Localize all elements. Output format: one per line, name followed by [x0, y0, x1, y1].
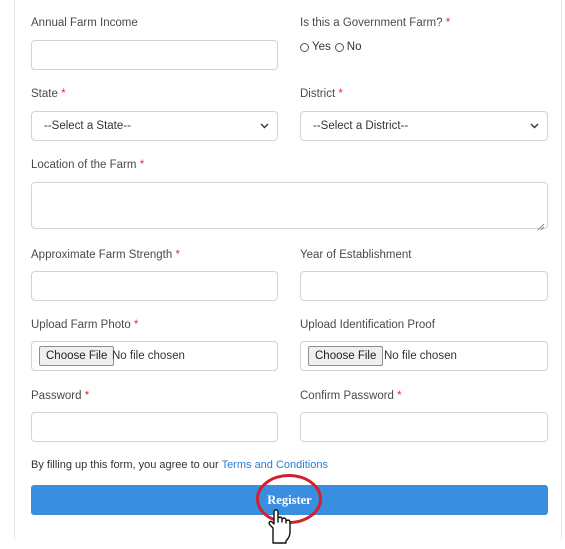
year-input[interactable]: [300, 271, 548, 301]
radio-yes[interactable]: [300, 42, 309, 52]
farm-photo-label: Upload Farm Photo *: [31, 319, 139, 331]
annual-income-label: Annual Farm Income: [31, 17, 138, 29]
id-proof-label: Upload Identification Proof: [300, 319, 435, 331]
district-select-value: --Select a District--: [313, 120, 409, 132]
farm-photo-choose-button[interactable]: Choose File: [39, 346, 115, 366]
terms-text: By filling up this form, you agree to ou…: [31, 459, 328, 471]
id-proof-file-input: Choose File No file chosen: [300, 341, 548, 371]
district-select[interactable]: --Select a District--: [300, 111, 548, 141]
id-proof-status: No file chosen: [384, 350, 457, 362]
confirm-password-input[interactable]: [300, 412, 548, 442]
location-textarea[interactable]: [31, 182, 548, 231]
annual-income-input[interactable]: [31, 40, 278, 70]
state-select-value: --Select a State--: [44, 120, 131, 132]
state-label: State *: [31, 88, 66, 100]
district-label: District *: [300, 88, 343, 100]
farm-photo-file-input: Choose File No file chosen: [31, 341, 278, 371]
location-label: Location of the Farm *: [31, 159, 145, 171]
government-farm-radios: Yes No: [300, 41, 361, 53]
terms-link[interactable]: Terms and Conditions: [222, 459, 328, 471]
state-select[interactable]: --Select a State--: [31, 111, 278, 141]
radio-no[interactable]: [334, 42, 344, 52]
farm-photo-status: No file chosen: [112, 350, 185, 362]
resize-grip-icon[interactable]: [537, 218, 545, 231]
password-label: Password *: [31, 390, 90, 402]
radio-yes-label: Yes: [312, 41, 331, 53]
password-input[interactable]: [31, 412, 278, 442]
confirm-password-label: Confirm Password *: [300, 390, 402, 402]
id-proof-choose-button[interactable]: Choose File: [308, 346, 384, 366]
farm-strength-label: Approximate Farm Strength *: [31, 249, 180, 261]
chevron-down-icon: [260, 112, 269, 152]
chevron-down-icon: [530, 112, 539, 152]
year-label: Year of Establishment: [300, 249, 412, 261]
radio-no-label: No: [346, 41, 362, 53]
government-farm-label: Is this a Government Farm? *: [300, 17, 451, 29]
farm-strength-input[interactable]: [31, 271, 278, 301]
